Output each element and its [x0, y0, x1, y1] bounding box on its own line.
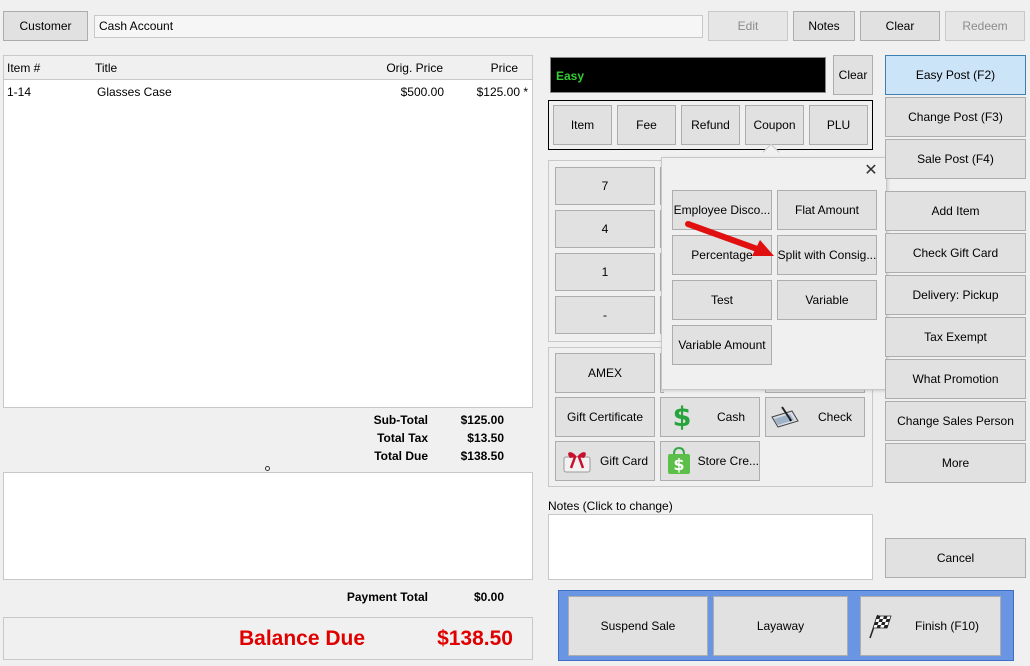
suspend-sale-button[interactable]: Suspend Sale	[568, 596, 708, 656]
column-header-orig-price[interactable]: Orig. Price	[360, 61, 443, 75]
edit-button[interactable]: Edit	[708, 11, 788, 41]
payments-list	[3, 472, 533, 580]
change-post-button[interactable]: Change Post (F3)	[885, 97, 1026, 137]
balance-due-value: $138.50	[437, 627, 513, 650]
clear-customer-button[interactable]: Clear	[860, 11, 940, 41]
notes-box[interactable]	[548, 514, 873, 580]
coupon-test-button[interactable]: Test	[672, 280, 772, 320]
column-header-price[interactable]: Price	[458, 61, 518, 75]
splitter-handle[interactable]	[265, 466, 270, 471]
gift-ribbon-icon	[560, 448, 594, 474]
table-row-item-number[interactable]: 1-14	[7, 85, 31, 99]
item-type-plu-button[interactable]: PLU	[809, 105, 868, 145]
subtotal-value: $125.00	[460, 413, 504, 427]
table-header	[4, 56, 532, 80]
what-promotion-button[interactable]: What Promotion	[885, 359, 1026, 399]
payment-total-label: Payment Total	[346, 590, 428, 604]
item-type-fee-button[interactable]: Fee	[617, 105, 676, 145]
check-writing-icon	[768, 405, 802, 429]
total-tax-label: Total Tax	[377, 431, 428, 445]
close-icon[interactable]: ✕	[860, 159, 882, 181]
gift-certificate-button[interactable]: Gift Certificate	[555, 397, 655, 437]
check-button[interactable]: Check	[765, 397, 865, 437]
balance-due-label: Balance Due	[239, 627, 366, 650]
cash-button-label: Cash	[717, 410, 746, 424]
keypad-1-button[interactable]: 1	[555, 253, 655, 291]
change-sales-person-button[interactable]: Change Sales Person	[885, 401, 1026, 441]
finish-button[interactable]: Finish (F10)	[860, 596, 1001, 656]
easy-post-button[interactable]: Easy Post (F2)	[885, 55, 1026, 95]
check-button-label: Check	[818, 410, 853, 424]
column-header-item-number[interactable]: Item #	[7, 61, 40, 75]
table-row-orig-price[interactable]: $500.00	[360, 85, 444, 99]
svg-text:$: $	[674, 455, 685, 474]
redeem-button[interactable]: Redeem	[945, 11, 1025, 41]
balance-due-panel: Balance Due $138.50	[3, 617, 533, 660]
coupon-flat-amount-button[interactable]: Flat Amount	[777, 190, 877, 230]
entry-display-text: Easy	[556, 69, 585, 83]
sale-post-button[interactable]: Sale Post (F4)	[885, 139, 1026, 179]
entry-display[interactable]: Easy	[550, 57, 826, 93]
items-table	[3, 55, 533, 408]
keypad-4-button[interactable]: 4	[555, 210, 655, 248]
notes-button[interactable]: Notes	[793, 11, 855, 41]
cash-button[interactable]: $ Cash	[660, 397, 760, 437]
notes-label[interactable]: Notes (Click to change)	[548, 499, 673, 513]
item-type-item-button[interactable]: Item	[553, 105, 612, 145]
gift-card-button-label: Gift Card	[600, 454, 649, 468]
finish-button-label: Finish (F10)	[915, 619, 980, 633]
keypad-7-button[interactable]: 7	[555, 167, 655, 205]
tax-exempt-button[interactable]: Tax Exempt	[885, 317, 1026, 357]
customer-field[interactable]: Cash Account	[94, 15, 703, 38]
item-type-coupon-button[interactable]: Coupon	[745, 105, 804, 145]
more-button[interactable]: More	[885, 443, 1026, 483]
keypad-minus-button[interactable]: -	[555, 296, 655, 334]
total-due-label: Total Due	[374, 449, 428, 463]
store-credit-button[interactable]: $ Store Cre...	[660, 441, 760, 481]
delivery-pickup-button[interactable]: Delivery: Pickup	[885, 275, 1026, 315]
cancel-button[interactable]: Cancel	[885, 538, 1026, 578]
dollar-sign-icon: $	[672, 401, 692, 433]
annotation-arrow-icon	[685, 221, 774, 256]
column-header-title[interactable]: Title	[95, 61, 117, 75]
payment-total-value: $0.00	[473, 590, 504, 604]
customer-button[interactable]: Customer	[3, 11, 88, 41]
store-credit-button-label: Store Cre...	[697, 454, 759, 468]
item-type-refund-button[interactable]: Refund	[681, 105, 740, 145]
entry-clear-button[interactable]: Clear	[833, 55, 873, 95]
table-row-price[interactable]: $125.00 *	[440, 85, 528, 99]
add-item-button[interactable]: Add Item	[885, 191, 1026, 231]
total-tax-value: $13.50	[467, 431, 504, 445]
coupon-variable-button[interactable]: Variable	[777, 280, 877, 320]
checkered-flag-icon	[865, 613, 895, 639]
total-due-value: $138.50	[460, 449, 504, 463]
coupon-variable-amount-button[interactable]: Variable Amount	[672, 325, 772, 365]
subtotal-label: Sub-Total	[373, 413, 428, 427]
layaway-button[interactable]: Layaway	[713, 596, 848, 656]
table-row-title[interactable]: Glasses Case	[97, 85, 172, 99]
gift-card-button[interactable]: Gift Card	[555, 441, 655, 481]
amex-button[interactable]: AMEX	[555, 353, 655, 393]
shopping-bag-dollar-icon: $	[665, 446, 694, 476]
coupon-split-with-consignor-button[interactable]: Split with Consig...	[777, 235, 877, 275]
check-gift-card-button[interactable]: Check Gift Card	[885, 233, 1026, 273]
